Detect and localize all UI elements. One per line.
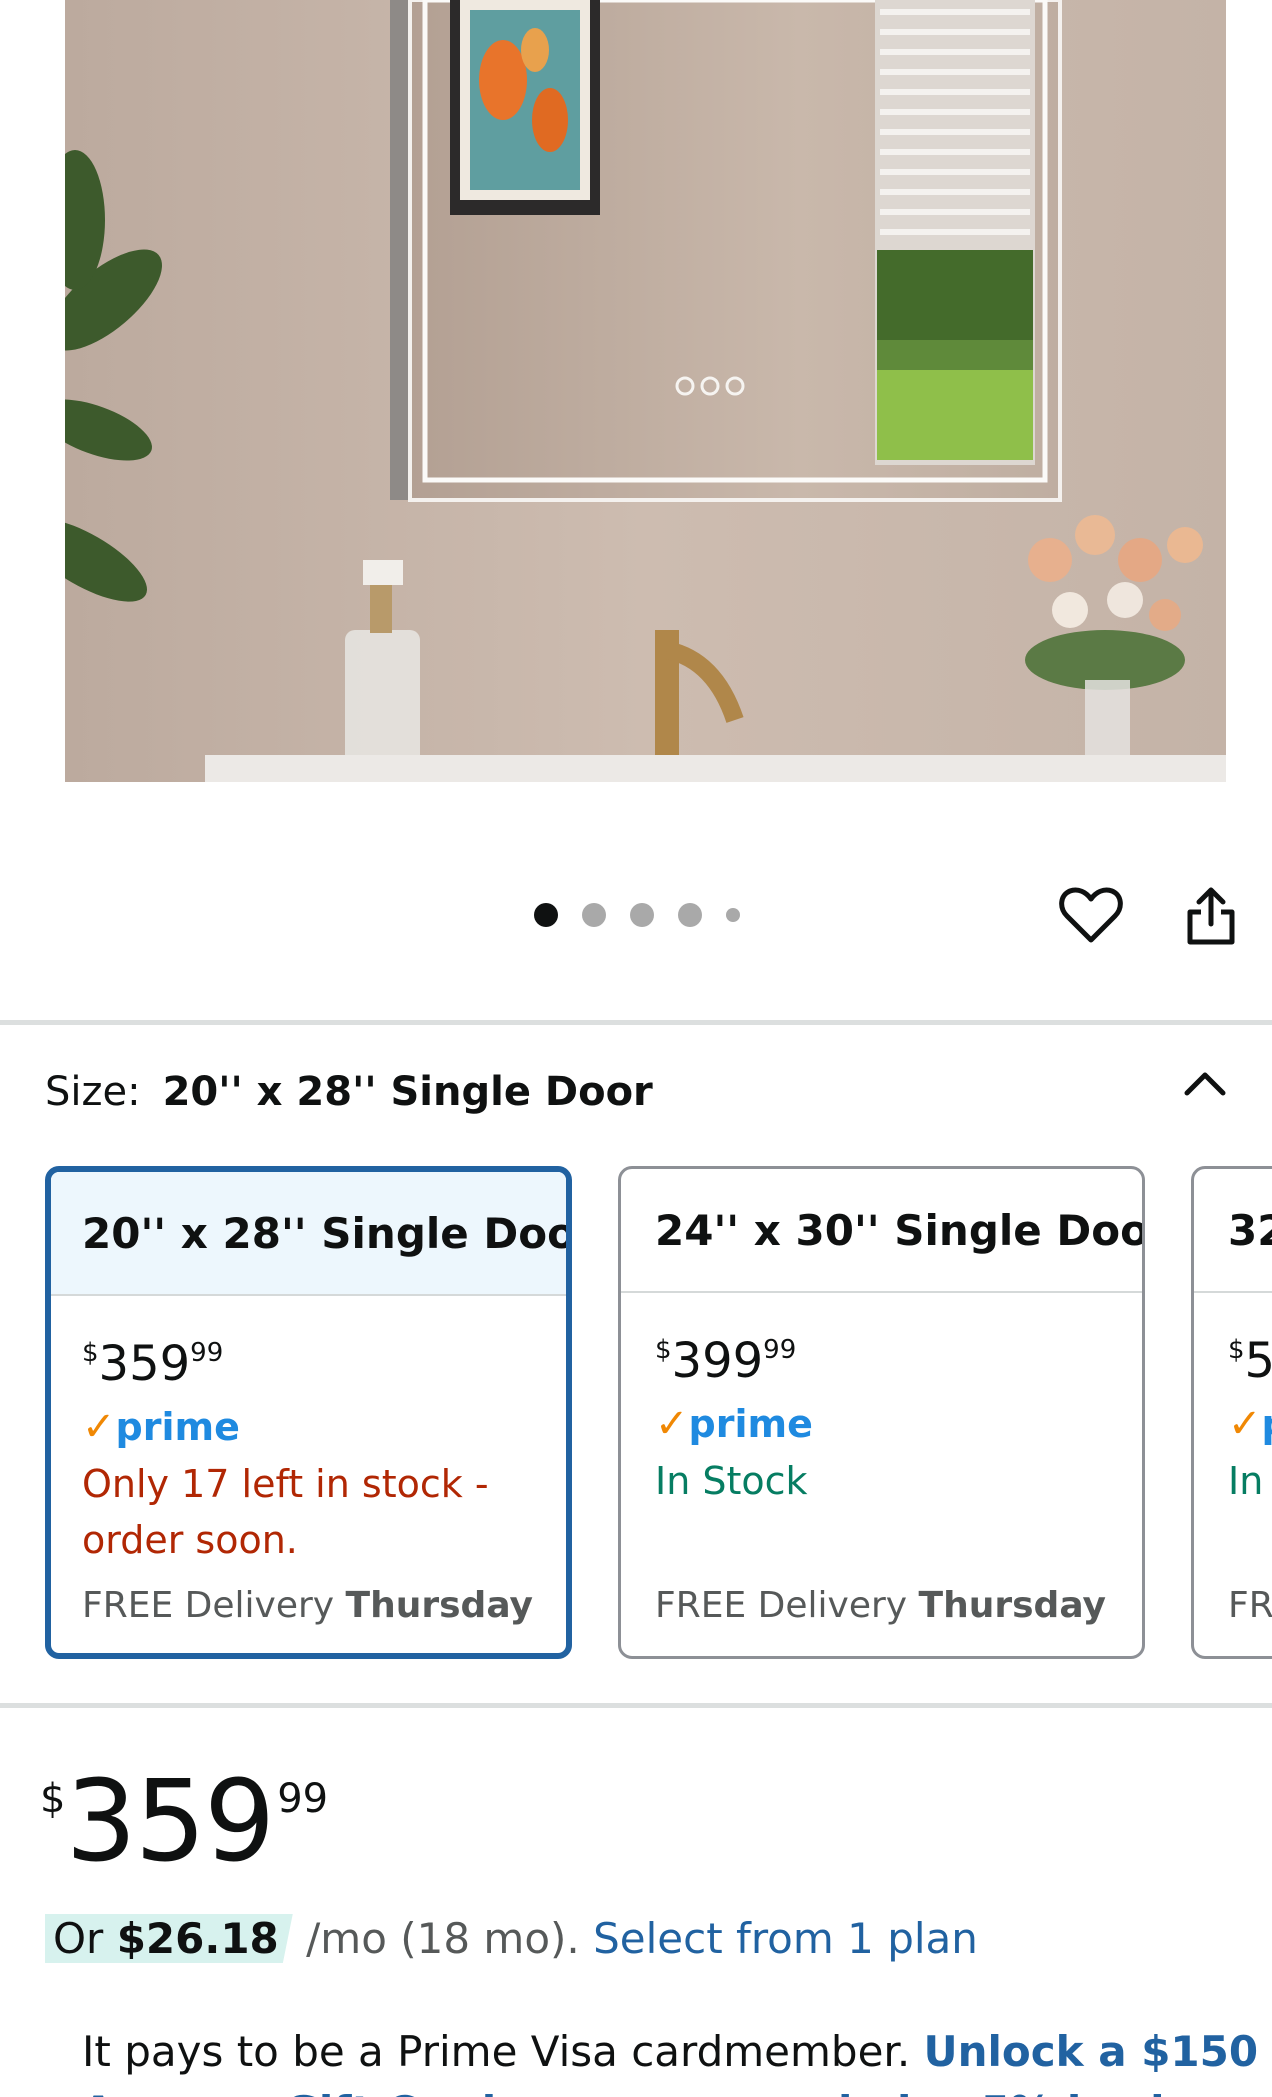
prime-visa-offer-link[interactable]: Unlock a $150	[924, 2027, 1259, 2076]
size-option-card[interactable]: 24'' x 30'' Single Door $399 99 ✓ prime In…	[618, 1166, 1145, 1659]
prime-visa-promo: It pays to be a Prime Visa cardmember. U…	[82, 2022, 1258, 2097]
collapse-size-button[interactable]	[1180, 1058, 1230, 1108]
product-price: $359 99	[40, 1762, 328, 1882]
delivery-prefix: FREE Delivery	[655, 1585, 908, 1626]
installment-amount: $26.18	[116, 1914, 279, 1963]
price-whole: 359	[65, 1757, 275, 1887]
price-currency: $	[40, 1776, 66, 1822]
share-button[interactable]	[1176, 880, 1246, 950]
size-option-price: $399 99	[655, 1333, 1142, 1389]
price-fraction: 99	[190, 1338, 224, 1368]
delivery-info: FR	[1228, 1585, 1272, 1626]
price-whole: 359	[98, 1336, 191, 1392]
price-currency: $	[82, 1338, 99, 1368]
delivery-info: FREE Delivery Thursday	[655, 1585, 1106, 1626]
price-fraction: 99	[763, 1335, 797, 1365]
pagination-dot-5[interactable]	[726, 908, 740, 922]
wishlist-button[interactable]	[1056, 880, 1126, 950]
prime-visa-text: It pays to be a Prime Visa cardmember.	[82, 2027, 911, 2076]
prime-label: prime	[688, 1402, 813, 1446]
prime-badge: ✓ prime	[655, 1399, 1142, 1449]
prime-badge: ✓ prime	[82, 1402, 566, 1452]
size-option-card[interactable]: 20'' x 28'' Single Door $359 99 ✓ prime On…	[45, 1166, 572, 1659]
size-label: Size:	[45, 1069, 141, 1115]
pagination-dot-2[interactable]	[582, 903, 606, 927]
delivery-prefix: FR	[1228, 1585, 1272, 1626]
gallery-controls	[0, 860, 1272, 970]
delivery-day: Thursday	[918, 1585, 1106, 1626]
price-whole: 5	[1245, 1333, 1272, 1389]
prime-badge: ✓p	[1228, 1399, 1272, 1449]
size-options-carousel[interactable]: 20'' x 28'' Single Door $359 99 ✓ prime On…	[45, 1166, 1272, 1661]
price-currency: $	[1228, 1335, 1245, 1365]
product-image[interactable]	[65, 0, 1226, 782]
share-icon	[1187, 887, 1235, 945]
stock-status: Only 17 left in stock - order soon.	[82, 1462, 489, 1562]
prime-check-icon: ✓	[655, 1401, 689, 1447]
price-whole: 399	[671, 1333, 764, 1389]
chevron-up-icon	[1184, 1072, 1226, 1096]
product-photo	[65, 0, 1226, 782]
size-option-price: $5	[1228, 1333, 1272, 1389]
delivery-info: FREE Delivery Thursday	[82, 1585, 533, 1626]
prime-check-icon: ✓	[1228, 1401, 1262, 1447]
size-option-title: 20'' x 28'' Single Door	[51, 1172, 566, 1296]
selected-size-value: 20'' x 28'' Single Door	[162, 1069, 653, 1115]
installment-term: /mo (18 mo).	[306, 1914, 580, 1963]
prime-label: p	[1262, 1404, 1272, 1444]
pagination-dot-1[interactable]	[534, 903, 558, 927]
size-selector-header[interactable]: Size: 20'' x 28'' Single Door	[45, 1062, 653, 1122]
size-option-price: $359 99	[82, 1336, 566, 1392]
size-option-card[interactable]: 32 $5 ✓p In FR	[1191, 1166, 1272, 1659]
prime-label: prime	[115, 1405, 240, 1449]
heart-outline-icon	[1059, 887, 1123, 943]
size-option-title: 24'' x 30'' Single Door	[621, 1169, 1142, 1293]
stock-status: In	[1228, 1459, 1264, 1503]
installment-highlight: Or $26.18	[45, 1914, 293, 1963]
select-plan-link[interactable]: Select from 1 plan	[593, 1914, 978, 1963]
stock-status: In Stock	[655, 1459, 808, 1503]
pagination-dot-3[interactable]	[630, 903, 654, 927]
installment-offer: Or $26.18 /mo (18 mo). Select from 1 pla…	[45, 1909, 978, 1969]
prime-check-icon: ✓	[82, 1404, 116, 1450]
size-option-title: 32	[1194, 1169, 1272, 1293]
delivery-day: Thursday	[345, 1585, 533, 1626]
section-divider	[0, 1703, 1272, 1708]
delivery-prefix: FREE Delivery	[82, 1585, 335, 1626]
image-pagination-dots	[534, 900, 740, 930]
price-currency: $	[655, 1335, 672, 1365]
prime-visa-offer-link-continued[interactable]: Amazon Gift Card upon approval plus 5% b…	[82, 2082, 1258, 2097]
section-divider	[0, 1020, 1272, 1025]
price-fraction: 99	[277, 1776, 329, 1822]
pagination-dot-4[interactable]	[678, 903, 702, 927]
installment-prefix: Or	[53, 1914, 104, 1963]
